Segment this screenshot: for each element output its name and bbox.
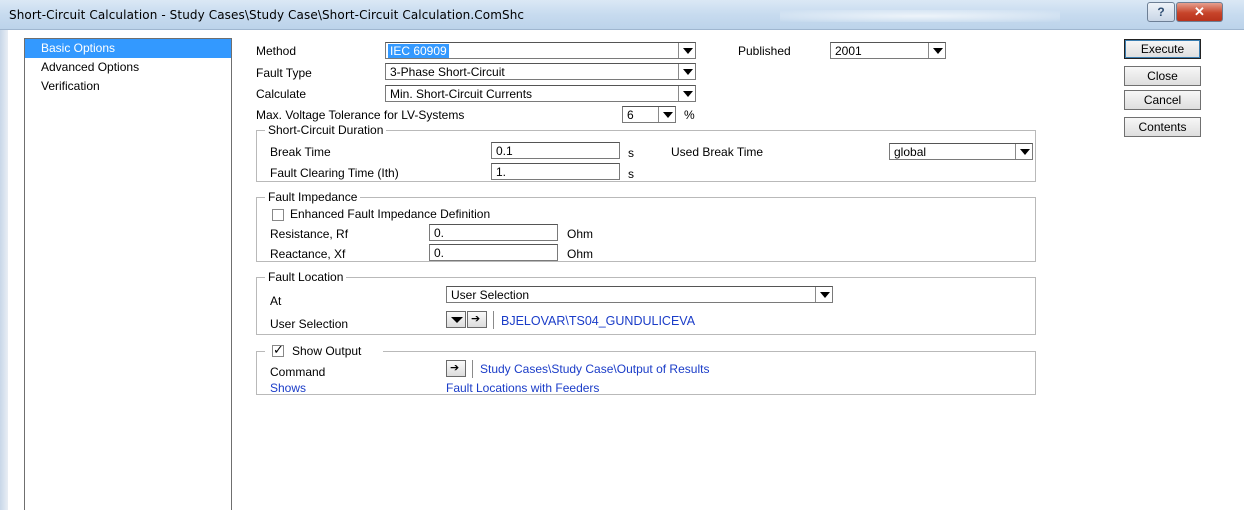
resistance-label: Resistance, Rf: [270, 227, 349, 241]
user-selection-label: User Selection: [270, 317, 349, 331]
separator: [472, 360, 473, 378]
user-selection-jump-button[interactable]: [467, 311, 487, 328]
nav-item-advanced-options[interactable]: Advanced Options: [25, 58, 231, 77]
break-time-value: 0.1: [496, 144, 513, 158]
window-left-border: [0, 30, 8, 510]
cancel-button[interactable]: Cancel: [1124, 90, 1201, 110]
percent-unit: %: [684, 108, 695, 122]
fault-clearing-time-label: Fault Clearing Time (Ith): [270, 166, 399, 180]
execute-button[interactable]: Execute: [1124, 39, 1201, 59]
shows-label: Shows: [270, 381, 307, 395]
max-voltage-tolerance-dropdown[interactable]: 6: [622, 106, 676, 123]
user-selection-link[interactable]: BJELOVAR\TS04_GUNDULICEVA: [501, 314, 695, 328]
window-title-bar: Short-Circuit Calculation - Study Cases\…: [0, 0, 1244, 30]
nav-item-basic-options[interactable]: Basic Options: [25, 39, 231, 58]
used-break-time-label: Used Break Time: [671, 145, 764, 159]
chevron-down-icon[interactable]: [678, 86, 695, 101]
fault-location-at-value: User Selection: [451, 288, 530, 302]
fault-type-value: 3-Phase Short-Circuit: [390, 65, 505, 79]
used-break-time-dropdown[interactable]: global: [889, 143, 1033, 160]
break-time-input[interactable]: 0.1: [491, 142, 620, 159]
published-label: Published: [738, 44, 791, 58]
break-time-label: Break Time: [270, 145, 331, 159]
group-title: Fault Location: [265, 270, 347, 284]
method-dropdown[interactable]: IEC 60909: [385, 42, 696, 59]
help-button[interactable]: ?: [1147, 2, 1175, 22]
options-page-list: Basic Options Advanced Options Verificat…: [24, 38, 232, 510]
group-title: Short-Circuit Duration: [265, 123, 387, 137]
title-bar-glow: [780, 10, 1060, 22]
close-icon: ✕: [1194, 4, 1205, 19]
user-selection-select-button[interactable]: [446, 311, 466, 328]
show-output-label: Show Output: [292, 344, 362, 358]
published-value: 2001: [835, 44, 862, 58]
fault-clearing-time-input[interactable]: 1.: [491, 163, 620, 180]
reactance-label: Reactance, Xf: [270, 247, 346, 261]
fault-type-label: Fault Type: [256, 66, 312, 80]
separator: [493, 311, 494, 329]
resistance-input[interactable]: 0.: [429, 224, 558, 241]
enhanced-impedance-checkbox[interactable]: [272, 209, 284, 221]
close-window-button[interactable]: ✕: [1176, 2, 1223, 22]
reactance-input[interactable]: 0.: [429, 244, 558, 261]
group-title: Fault Impedance: [265, 190, 361, 204]
max-voltage-tolerance-value: 6: [627, 108, 634, 122]
chevron-down-icon[interactable]: [1015, 144, 1032, 159]
fault-clearing-time-unit: s: [628, 167, 634, 181]
window-title: Short-Circuit Calculation - Study Cases\…: [9, 8, 525, 22]
command-label: Command: [270, 365, 326, 379]
fault-location-at-dropdown[interactable]: User Selection: [446, 286, 833, 303]
used-break-time-value: global: [894, 145, 927, 159]
chevron-down-icon[interactable]: [678, 64, 695, 79]
fault-type-dropdown[interactable]: 3-Phase Short-Circuit: [385, 63, 696, 80]
break-time-unit: s: [628, 146, 634, 160]
at-label: At: [270, 294, 282, 308]
published-dropdown[interactable]: 2001: [830, 42, 946, 59]
calculate-value: Min. Short-Circuit Currents: [390, 87, 533, 101]
fault-clearing-time-value: 1.: [496, 165, 507, 179]
resistance-unit: Ohm: [567, 227, 594, 241]
chevron-down-icon[interactable]: [928, 43, 945, 58]
calculate-dropdown[interactable]: Min. Short-Circuit Currents: [385, 85, 696, 102]
chevron-down-icon[interactable]: [658, 107, 675, 122]
method-value: IEC 60909: [388, 44, 449, 58]
command-jump-button[interactable]: [446, 360, 466, 377]
shows-value: Fault Locations with Feeders: [446, 381, 600, 395]
max-voltage-tolerance-label: Max. Voltage Tolerance for LV-Systems: [256, 108, 465, 122]
calculate-label: Calculate: [256, 87, 307, 101]
enhanced-impedance-label: Enhanced Fault Impedance Definition: [290, 207, 491, 221]
close-button[interactable]: Close: [1124, 66, 1201, 86]
method-label: Method: [256, 44, 297, 58]
command-link[interactable]: Study Cases\Study Case\Output of Results: [480, 362, 709, 376]
nav-item-verification[interactable]: Verification: [25, 77, 231, 96]
resistance-value: 0.: [434, 226, 445, 240]
chevron-down-icon[interactable]: [678, 43, 695, 58]
contents-button[interactable]: Contents: [1124, 117, 1201, 137]
show-output-checkbox[interactable]: [272, 343, 284, 358]
help-icon: ?: [1157, 5, 1165, 19]
reactance-value: 0.: [434, 246, 445, 260]
reactance-unit: Ohm: [567, 247, 594, 261]
chevron-down-icon[interactable]: [815, 287, 832, 302]
